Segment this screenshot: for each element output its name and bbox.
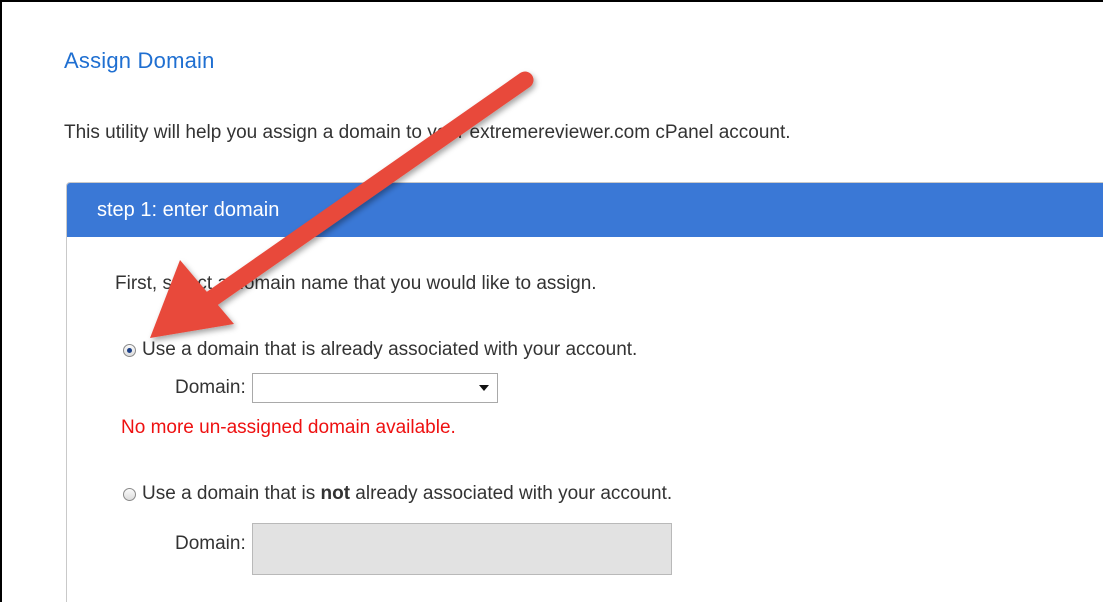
window-frame: Assign Domain This utility will help you… [0,0,1103,602]
step1-panel: step 1: enter domain First, select a dom… [66,182,1103,602]
option-new-domain[interactable]: Use a domain that is not already associa… [123,483,672,505]
new-domain-label: Domain: [175,533,246,554]
option-new-label-before: Use a domain that is [142,483,321,504]
step1-lead-text: First, select a domain name that you wou… [115,273,597,294]
intro-text: This utility will help you assign a doma… [64,122,791,143]
option-new-label-after: already associated with your account. [350,483,673,504]
new-domain-input[interactable] [251,523,672,575]
option-new-label: Use a domain that is not already associa… [142,483,672,505]
option-existing-label: Use a domain that is already associated … [142,339,638,360]
option-new-label-bold: not [320,483,351,504]
existing-domain-field: Domain: [175,373,498,403]
radio-existing-domain[interactable] [123,343,136,357]
domain-select[interactable] [251,373,498,403]
existing-domain-label: Domain: [175,377,246,398]
error-message: No more un-assigned domain available. [121,417,456,438]
caret-down-icon [478,385,489,391]
step1-header: step 1: enter domain [67,183,1103,237]
new-domain-field: Domain: [175,513,672,575]
radio-new-domain[interactable] [123,487,136,501]
page-title: Assign Domain [64,48,215,73]
option-existing-domain[interactable]: Use a domain that is already associated … [123,339,637,361]
